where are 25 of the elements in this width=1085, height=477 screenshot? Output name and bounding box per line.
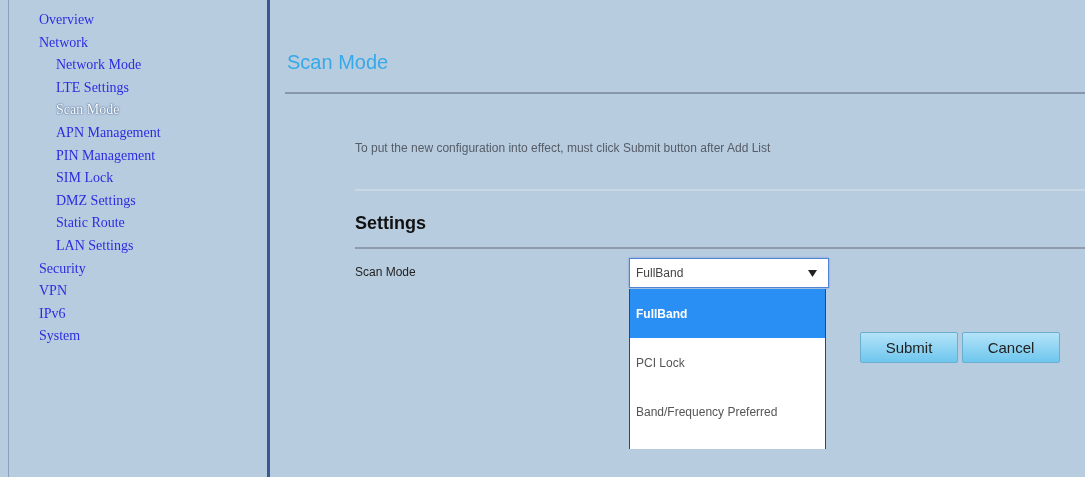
sidebar-item[interactable]: DMZ Settings xyxy=(9,189,136,213)
sidebar-item[interactable]: Network Mode xyxy=(9,54,142,77)
sidebar-item[interactable]: System xyxy=(9,325,81,348)
dropdown-option[interactable]: Band/Frequency Preferred xyxy=(630,387,825,436)
sidebar-item[interactable]: APN Management xyxy=(9,121,161,145)
sidebar-item[interactable]: IPv6 xyxy=(9,302,66,326)
sidebar-item[interactable]: Static Route xyxy=(9,212,125,235)
sidebar-item[interactable]: LTE Settings xyxy=(9,76,129,100)
sidebar-item[interactable]: Network xyxy=(9,31,88,55)
sidebar-item[interactable]: SIM Lock xyxy=(9,167,114,190)
section-heading: Settings xyxy=(355,212,427,234)
dropdown-option[interactable]: PCI Lock xyxy=(630,338,825,387)
sidebar-item[interactable]: VPN xyxy=(9,280,67,303)
submit-button[interactable]: Submit xyxy=(860,332,958,363)
sidebar-item[interactable]: Overview xyxy=(9,9,95,32)
cancel-button[interactable]: Cancel xyxy=(962,332,1060,363)
sidebar-item[interactable]: PIN Management xyxy=(9,144,156,168)
field-label: Scan Mode xyxy=(355,264,417,280)
sidebar-item[interactable]: LAN Settings xyxy=(9,234,134,258)
scan-mode-dropdown[interactable]: FullBand xyxy=(629,258,829,288)
sidebar-item[interactable]: Security xyxy=(9,257,86,281)
page-title: Scan Mode xyxy=(287,50,390,75)
notice-text: To put the new configuration into effect, must click Submit button after Add List xyxy=(355,140,772,156)
dropdown-option[interactable]: FullBand xyxy=(630,289,825,338)
caret-icon xyxy=(808,269,817,277)
